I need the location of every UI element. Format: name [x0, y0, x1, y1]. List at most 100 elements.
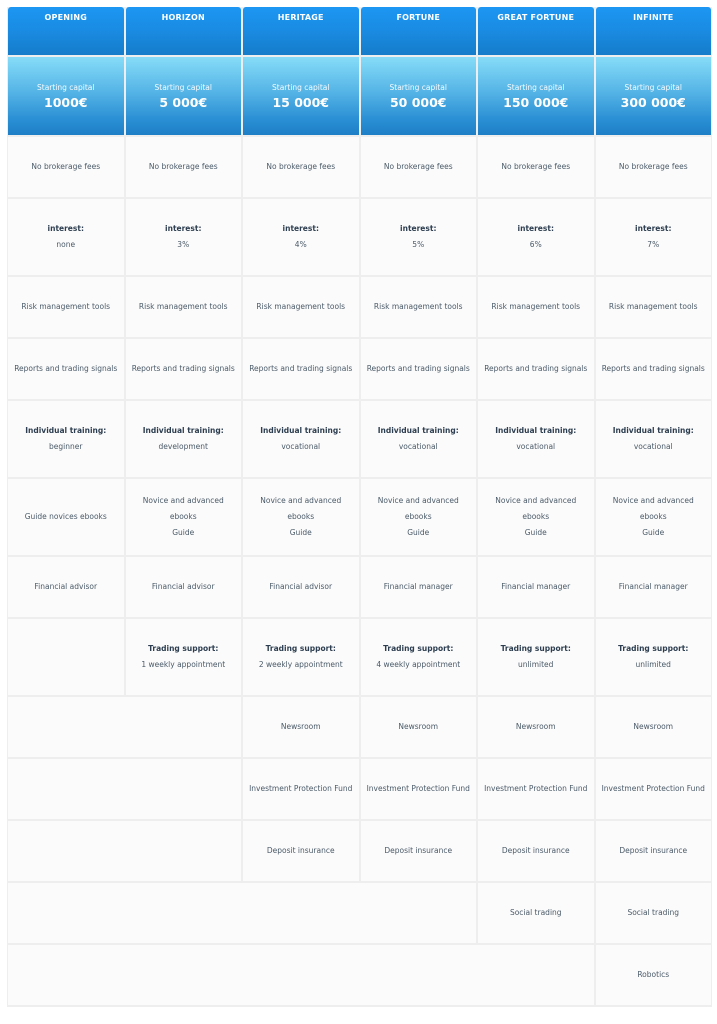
- interest-value: 3%: [177, 240, 190, 249]
- feature-protection-fund: Investment Protection Fund: [360, 759, 476, 819]
- feature-advisor: Financial manager: [478, 557, 594, 617]
- feature-reports: Reports and trading signals: [125, 339, 241, 399]
- feature-interest: interest: none: [8, 199, 124, 275]
- capital-cell: Starting capital 150 000€: [478, 57, 594, 135]
- feature-reports: Reports and trading signals: [243, 339, 359, 399]
- support-value: 1 weekly appointment: [141, 660, 226, 669]
- interest-label: interest:: [400, 224, 437, 233]
- feature-reports: Reports and trading signals: [360, 339, 476, 399]
- feature-risk-tools: Risk management tools: [243, 277, 359, 337]
- interest-label: interest:: [47, 224, 84, 233]
- training-value: vocational: [633, 442, 673, 451]
- training-label: Individual training:: [612, 426, 694, 435]
- feature-advisor: Financial advisor: [8, 557, 124, 617]
- feature-brokerage: No brokerage fees: [478, 137, 594, 197]
- feature-advisor: Financial manager: [360, 557, 476, 617]
- support-label: Trading support:: [618, 644, 689, 653]
- capital-amount: 5 000€: [159, 95, 208, 110]
- feature-interest: interest: 6%: [478, 199, 594, 275]
- capital-cell: Starting capital 50 000€: [360, 57, 476, 135]
- empty-cell: [8, 821, 241, 881]
- feature-risk-tools: Risk management tools: [595, 277, 711, 337]
- feature-risk-tools: Risk management tools: [8, 277, 124, 337]
- empty-cell: [8, 945, 594, 1005]
- capital-amount: 1000€: [44, 95, 88, 110]
- feature-advisor: Financial advisor: [243, 557, 359, 617]
- ebooks-line1: Novice and advanced ebooks: [495, 496, 577, 521]
- feature-deposit-insurance: Deposit insurance: [360, 821, 476, 881]
- feature-newsroom: Newsroom: [243, 697, 359, 757]
- capital-amount: 15 000€: [272, 95, 330, 110]
- feature-protection-fund: Investment Protection Fund: [478, 759, 594, 819]
- feature-ebooks: Guide novices ebooks: [8, 479, 124, 555]
- feature-ebooks: Novice and advanced ebooks Guide: [125, 479, 241, 555]
- plan-header-infinite: INFINITE: [595, 7, 711, 55]
- empty-cell: [8, 759, 241, 819]
- training-value: vocational: [398, 442, 438, 451]
- training-label: Individual training:: [495, 426, 577, 435]
- feature-protection-fund: Investment Protection Fund: [595, 759, 711, 819]
- interest-label: interest:: [635, 224, 672, 233]
- interest-value: 5%: [412, 240, 425, 249]
- feature-risk-tools: Risk management tools: [360, 277, 476, 337]
- capital-cell: Starting capital 300 000€: [595, 57, 711, 135]
- feature-training: Individual training: vocational: [360, 401, 476, 477]
- empty-cell: [8, 697, 241, 757]
- feature-ebooks: Novice and advanced ebooks Guide: [360, 479, 476, 555]
- ebooks-line2: Guide: [172, 528, 195, 537]
- support-label: Trading support:: [383, 644, 454, 653]
- feature-brokerage: No brokerage fees: [595, 137, 711, 197]
- empty-cell: [8, 883, 476, 943]
- feature-ebooks: Novice and advanced ebooks Guide: [478, 479, 594, 555]
- feature-robotics: Robotics: [595, 945, 711, 1005]
- training-value: vocational: [281, 442, 321, 451]
- feature-reports: Reports and trading signals: [8, 339, 124, 399]
- interest-value: 7%: [647, 240, 660, 249]
- capital-label: Starting capital: [507, 83, 565, 92]
- feature-ebooks: Novice and advanced ebooks Guide: [243, 479, 359, 555]
- capital-label: Starting capital: [154, 83, 213, 92]
- plan-header-heritage: HERITAGE: [243, 7, 359, 55]
- interest-value: 6%: [529, 240, 542, 249]
- ebooks-line2: Guide: [524, 528, 547, 537]
- feature-training: Individual training: beginner: [8, 401, 124, 477]
- feature-newsroom: Newsroom: [478, 697, 594, 757]
- feature-training: Individual training: development: [125, 401, 241, 477]
- training-value: development: [158, 442, 208, 451]
- support-value: 4 weekly appointment: [376, 660, 461, 669]
- ebooks-line1: Novice and advanced ebooks: [142, 496, 224, 521]
- feature-brokerage: No brokerage fees: [360, 137, 476, 197]
- training-label: Individual training:: [142, 426, 224, 435]
- ebooks-line1: Novice and advanced ebooks: [377, 496, 459, 521]
- capital-label: Starting capital: [37, 83, 95, 92]
- feature-ebooks: Novice and advanced ebooks Guide: [595, 479, 711, 555]
- feature-deposit-insurance: Deposit insurance: [243, 821, 359, 881]
- training-value: beginner: [49, 442, 83, 451]
- capital-label: Starting capital: [389, 83, 448, 92]
- interest-label: interest:: [282, 224, 319, 233]
- support-value: unlimited: [635, 660, 671, 669]
- support-label: Trading support:: [500, 644, 571, 653]
- support-value: 2 weekly appointment: [258, 660, 343, 669]
- feature-interest: interest: 5%: [360, 199, 476, 275]
- feature-reports: Reports and trading signals: [595, 339, 711, 399]
- feature-risk-tools: Risk management tools: [478, 277, 594, 337]
- feature-interest: interest: 7%: [595, 199, 711, 275]
- feature-social-trading: Social trading: [595, 883, 711, 943]
- feature-training: Individual training: vocational: [243, 401, 359, 477]
- feature-newsroom: Newsroom: [360, 697, 476, 757]
- feature-risk-tools: Risk management tools: [125, 277, 241, 337]
- capital-cell: Starting capital 1000€: [8, 57, 124, 135]
- feature-brokerage: No brokerage fees: [243, 137, 359, 197]
- feature-interest: interest: 4%: [243, 199, 359, 275]
- capital-cell: Starting capital 5 000€: [125, 57, 241, 135]
- training-label: Individual training:: [25, 426, 107, 435]
- feature-reports: Reports and trading signals: [478, 339, 594, 399]
- capital-amount: 150 000€: [503, 95, 569, 110]
- interest-value: none: [56, 240, 76, 249]
- support-value: unlimited: [518, 660, 554, 669]
- feature-trading-support: Trading support: 4 weekly appointment: [360, 619, 476, 695]
- plan-header-great-fortune: GREAT FORTUNE: [478, 7, 594, 55]
- interest-label: interest:: [165, 224, 202, 233]
- feature-deposit-insurance: Deposit insurance: [595, 821, 711, 881]
